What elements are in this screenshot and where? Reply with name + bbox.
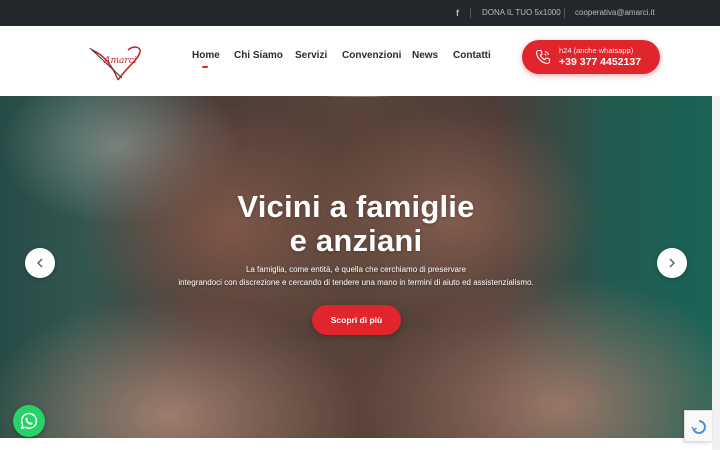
logo-text: Amarci (104, 56, 137, 66)
slider-prev-button[interactable] (25, 248, 55, 278)
phone-icon (535, 49, 551, 65)
divider (564, 8, 565, 18)
whatsapp-button[interactable] (13, 405, 45, 437)
nav-active-indicator (202, 66, 208, 68)
recaptcha-badge[interactable] (684, 410, 712, 442)
hero-overlay (0, 86, 712, 438)
nav-item-news[interactable]: News (412, 50, 438, 61)
recaptcha-icon (691, 420, 706, 434)
hero-title-line-1: Vicini a famiglie (237, 189, 475, 224)
nav-item-home[interactable]: Home (192, 50, 220, 61)
whatsapp-icon (20, 412, 38, 430)
page-scrollbar[interactable] (712, 86, 720, 450)
call-button-subtitle: h24 (anche whatsapp) (559, 46, 634, 55)
call-button-phone: +39 377 4452137 (559, 56, 642, 68)
hero-description-line-1: La famiglia, come entità, è quella che c… (245, 265, 467, 274)
chevron-right-icon (669, 258, 675, 268)
slider-next-button[interactable] (657, 248, 687, 278)
hero-description-line-2: integrandoci con discrezione e cercando … (178, 278, 534, 287)
logo[interactable]: Amarci (88, 42, 144, 84)
hero-slider: Vicini a famiglie e anziani La famiglia,… (0, 86, 712, 438)
facebook-icon[interactable]: f (456, 0, 459, 26)
hero-title-line-2: e anziani (289, 223, 423, 258)
donate-link[interactable]: DONA IL TUO 5x1000 (482, 0, 561, 26)
nav-item-contatti[interactable]: Contatti (453, 50, 491, 61)
discover-more-button[interactable]: Scopri di più (312, 305, 401, 335)
nav-item-servizi[interactable]: Servizi (295, 50, 327, 61)
site-header: Amarci Home Chi Siamo Servizi Convenzion… (0, 26, 720, 96)
divider (470, 8, 471, 18)
top-bar: f DONA IL TUO 5x1000 cooperativa@amarci.… (0, 0, 720, 26)
call-button[interactable]: h24 (anche whatsapp) +39 377 4452137 (522, 40, 660, 74)
nav-item-convenzioni[interactable]: Convenzioni (342, 50, 401, 61)
email-link[interactable]: cooperativa@amarci.it (575, 0, 655, 26)
chevron-left-icon (37, 258, 43, 268)
nav-item-chi-siamo[interactable]: Chi Siamo (234, 50, 283, 61)
